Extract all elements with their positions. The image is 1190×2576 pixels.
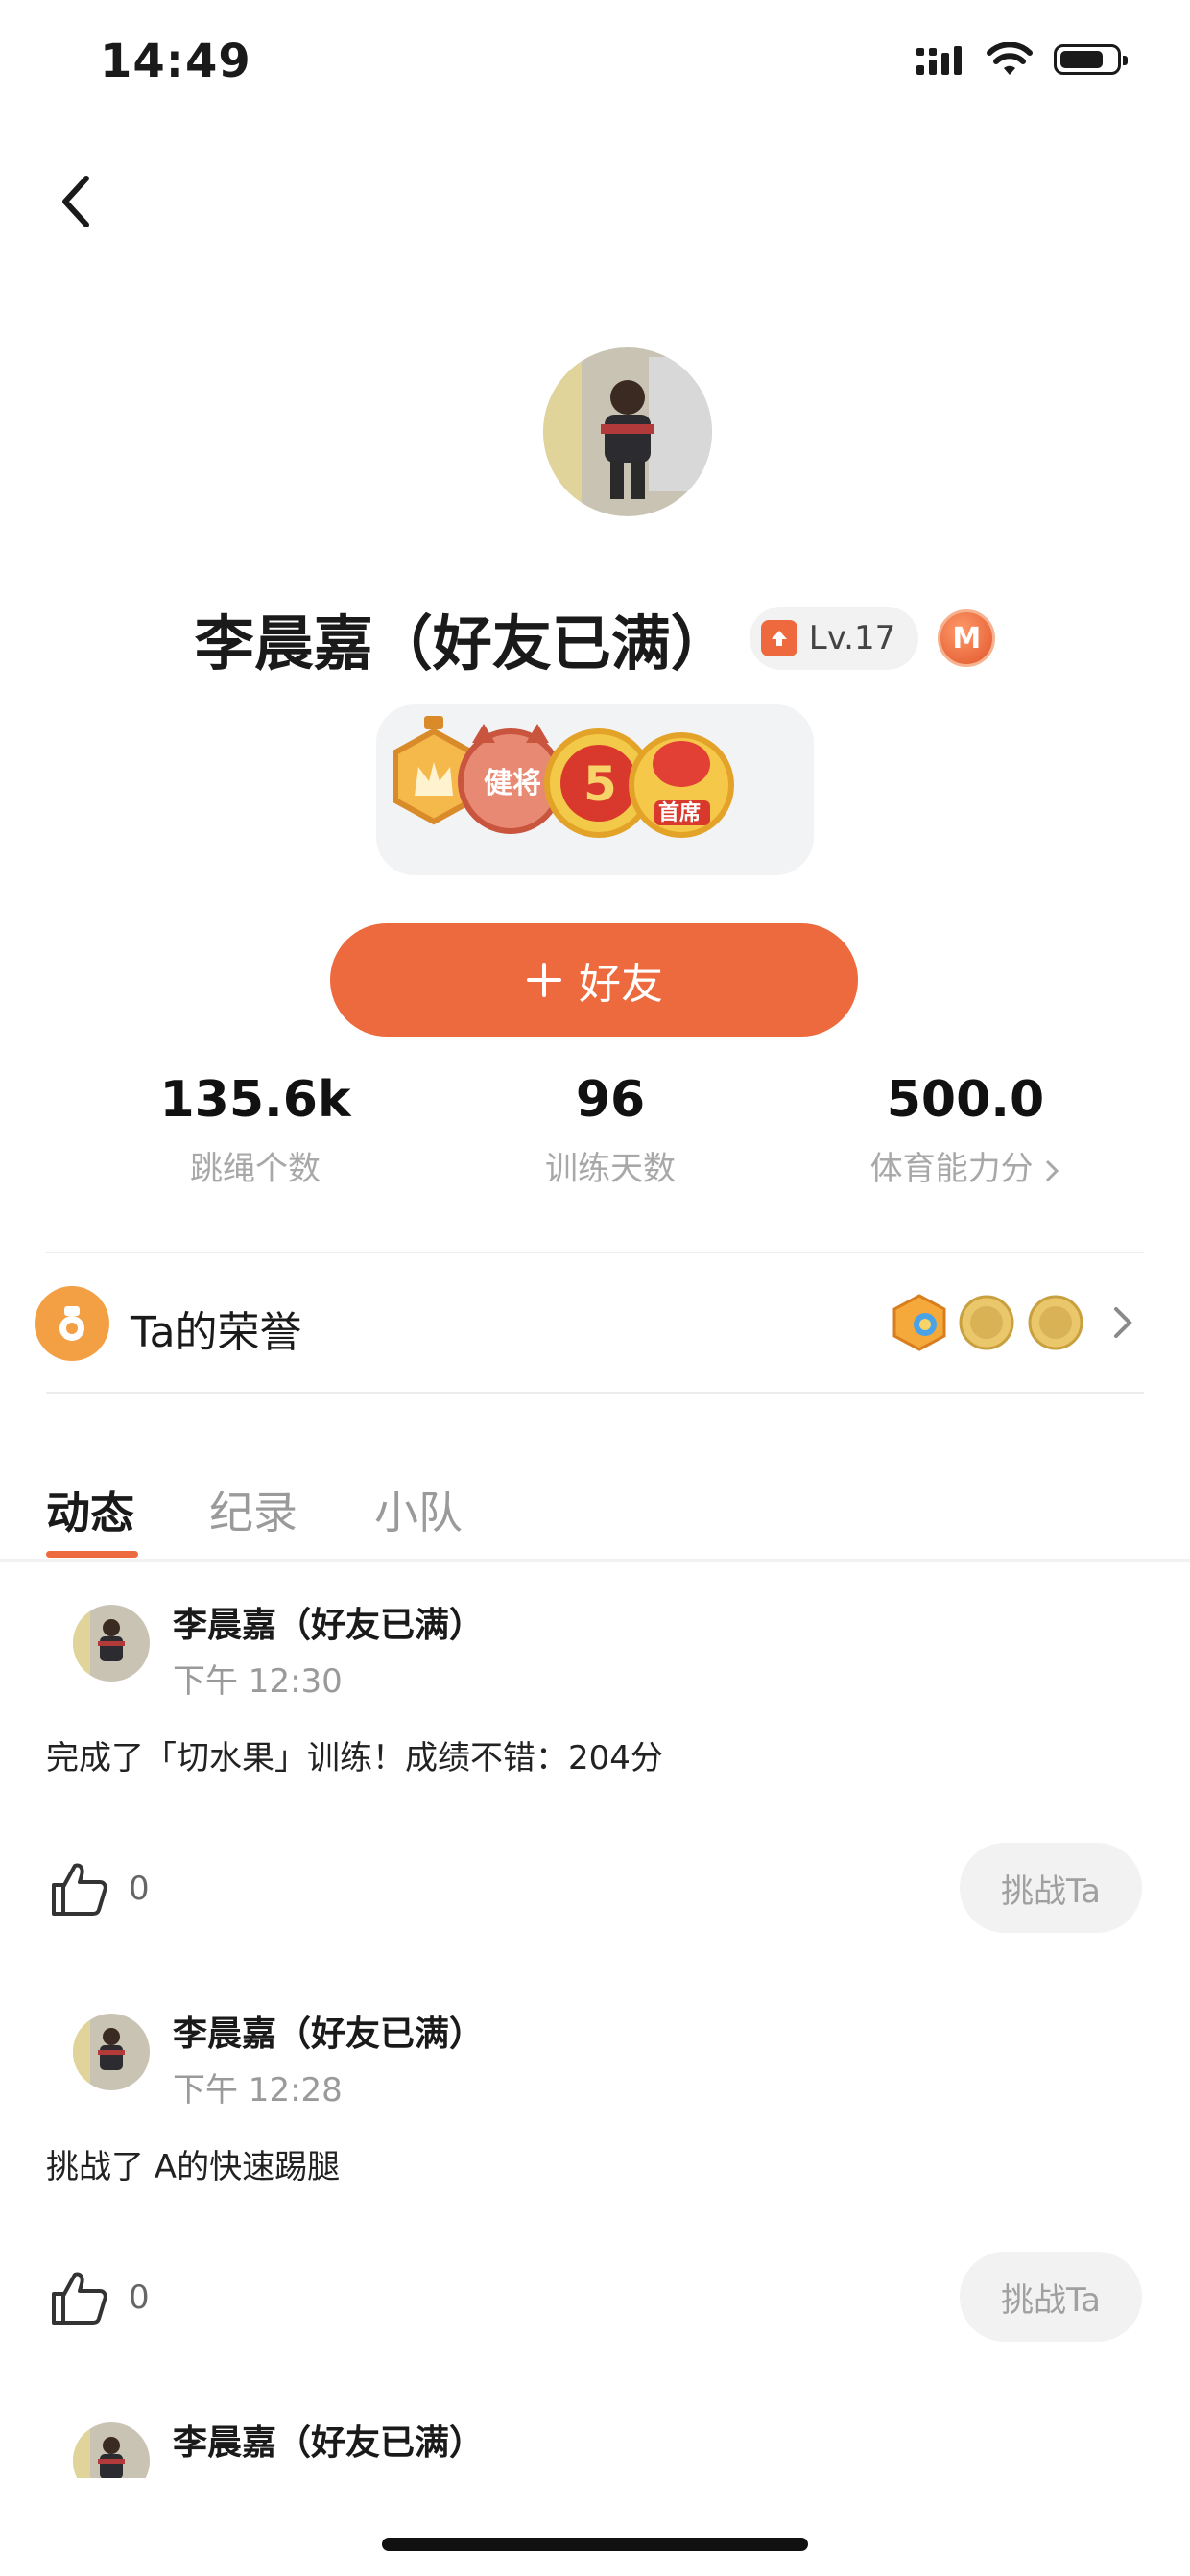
honor-title[interactable]: Ta的荣誉 xyxy=(131,1298,302,1359)
stat-label: 跳绳个数 xyxy=(190,1150,321,1188)
tab-active-indicator xyxy=(46,1551,138,1558)
challenge-button[interactable]: 挑战Ta xyxy=(960,2252,1142,2342)
svg-text:5: 5 xyxy=(583,756,617,812)
add-friend-label: 好友 xyxy=(579,960,663,1009)
add-friend-button[interactable]: 好友 xyxy=(330,923,858,1037)
membership-badge-icon[interactable]: M xyxy=(938,609,996,667)
gold-coin-badge-icon xyxy=(959,1295,1014,1350)
feed-avatar[interactable] xyxy=(73,2014,150,2090)
feed-content: 完成了「切水果」训练！成绩不错：204分 xyxy=(46,1739,663,1777)
stat-value: 96 xyxy=(575,1071,646,1129)
divider xyxy=(46,1252,1144,1253)
stat-sports-score[interactable]: 500.0 体育能力分 xyxy=(821,1071,1109,1189)
thumbs-up-icon[interactable] xyxy=(48,2267,109,2328)
honor-medal-icon xyxy=(35,1286,109,1361)
svg-text:健将: 健将 xyxy=(484,767,541,800)
like-count: 0 xyxy=(129,1870,150,1908)
level-up-icon xyxy=(760,620,797,656)
tab-squad[interactable]: 小队 xyxy=(374,1478,463,1541)
list-item: 李晨嘉（好友已满） xyxy=(0,2399,1190,2478)
feed-content: 挑战了 A的快速踢腿 xyxy=(46,2148,341,2186)
stat-value: 135.6k xyxy=(159,1071,351,1129)
profile-name: 李晨嘉（好友已满） xyxy=(194,608,730,679)
chevron-right-icon[interactable] xyxy=(1111,1305,1134,1340)
stat-jump-count: 135.6k 跳绳个数 xyxy=(111,1071,399,1189)
cellular-signal-icon xyxy=(916,46,962,75)
feed-timestamp: 下午 12:28 xyxy=(173,2071,343,2110)
medal-showcase[interactable]: 健将 5 首席 xyxy=(376,704,814,875)
svg-text:首席: 首席 xyxy=(658,800,701,825)
back-arrow-icon[interactable] xyxy=(58,173,96,230)
feed-author-name[interactable]: 李晨嘉（好友已满） xyxy=(173,2415,484,2465)
tab-dynamics[interactable]: 动态 xyxy=(46,1478,134,1541)
tab-records[interactable]: 纪录 xyxy=(209,1478,298,1541)
avatar[interactable] xyxy=(543,347,712,516)
battery-icon xyxy=(1054,44,1128,75)
gold-coin-badge-icon xyxy=(1028,1295,1083,1350)
challenge-button[interactable]: 挑战Ta xyxy=(960,1843,1142,1933)
thumbs-up-icon[interactable] xyxy=(48,1858,109,1920)
level-badge[interactable]: Lv.17 xyxy=(749,607,919,670)
stat-label: 训练天数 xyxy=(545,1150,676,1188)
shouxi-medal-icon: 首席 xyxy=(629,732,734,838)
status-time: 14:49 xyxy=(100,35,251,88)
honor-hex-badge-icon xyxy=(892,1294,946,1351)
stat-training-days: 96 训练天数 xyxy=(466,1071,754,1189)
stat-label: 体育能力分 xyxy=(869,1150,1034,1188)
divider xyxy=(0,1559,1190,1562)
feed-author-name[interactable]: 李晨嘉（好友已满） xyxy=(173,2006,484,2056)
stat-value: 500.0 xyxy=(886,1071,1045,1129)
wifi-icon xyxy=(987,42,1033,75)
feed-avatar[interactable] xyxy=(73,1605,150,1682)
level-label: Lv.17 xyxy=(808,619,896,657)
divider xyxy=(46,1392,1144,1394)
home-indicator xyxy=(382,2538,808,2551)
chevron-right-icon xyxy=(1046,1159,1059,1181)
profile-header: 李晨嘉（好友已满） Lv.17 M xyxy=(0,595,1190,681)
plus-icon xyxy=(527,963,561,997)
feed-avatar[interactable] xyxy=(73,2422,150,2478)
feed-timestamp: 下午 12:30 xyxy=(173,1662,343,1701)
feed-author-name[interactable]: 李晨嘉（好友已满） xyxy=(173,1597,484,1647)
like-count: 0 xyxy=(129,2278,150,2317)
